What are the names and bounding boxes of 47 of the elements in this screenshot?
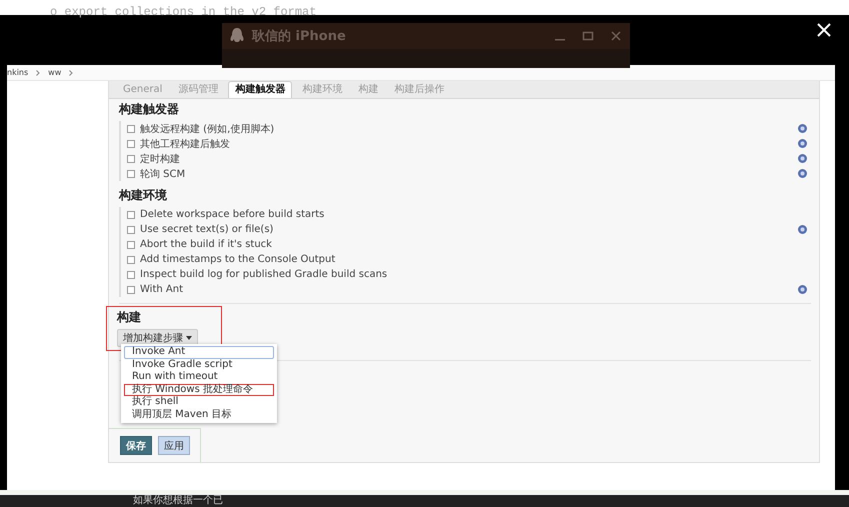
action-button[interactable]: 保存 xyxy=(120,436,152,455)
help-icon[interactable] xyxy=(798,154,807,163)
section-title: 构建触发器 xyxy=(119,101,180,117)
checkbox[interactable] xyxy=(127,124,135,132)
checkbox[interactable] xyxy=(127,286,135,294)
menu-item[interactable]: 执行 Windows 批处理命令 xyxy=(124,384,274,396)
checkbox[interactable] xyxy=(127,226,135,234)
section-title: 构建环境 xyxy=(119,187,168,203)
caret-icon xyxy=(186,336,192,340)
option-label: 定时构建 xyxy=(140,152,181,166)
section-title: 构建 xyxy=(117,309,142,325)
option-label: Delete workspace before build starts xyxy=(140,209,326,220)
option-label: Use secret text(s) or file(s) xyxy=(140,224,274,235)
chevron-icon xyxy=(36,70,40,76)
option-label: Add timestamps to the Console Output xyxy=(140,254,336,265)
checkbox[interactable] xyxy=(127,140,135,148)
window-title: 耿信的 iPhone xyxy=(252,28,347,45)
action-button[interactable]: 应用 xyxy=(158,436,190,455)
option-label: With Ant xyxy=(140,284,184,295)
menu-item[interactable]: Run with timeout xyxy=(124,371,274,384)
help-icon[interactable] xyxy=(798,225,807,234)
menu-item[interactable]: Invoke Gradle script xyxy=(124,358,274,371)
menu-item[interactable]: 执行 shell xyxy=(124,396,274,408)
option-label: 其他工程构建后触发 xyxy=(140,138,231,150)
option-label: Inspect build log for published Gradle build scans xyxy=(140,269,388,280)
chevron-icon xyxy=(69,70,74,76)
option-label: 轮询 SCM xyxy=(140,168,186,180)
checkbox[interactable] xyxy=(127,210,135,218)
maximize-icon[interactable] xyxy=(582,30,594,42)
help-icon[interactable] xyxy=(798,124,807,133)
option-label: Abort the build if it's stuck xyxy=(140,239,273,250)
checkbox[interactable] xyxy=(127,170,135,178)
option-label: 触发远程构建 (例如,使用脚本) xyxy=(140,122,276,136)
checkbox[interactable] xyxy=(127,154,135,162)
penguin-icon xyxy=(230,28,244,44)
checkbox[interactable] xyxy=(127,270,135,278)
breadcrumb-link[interactable]: ww xyxy=(48,68,62,77)
help-icon[interactable] xyxy=(798,169,807,178)
checkbox[interactable] xyxy=(127,256,135,264)
menu-item[interactable]: Invoke Ant xyxy=(124,346,274,358)
menu-item[interactable]: 调用顶层 Maven 目标 xyxy=(124,408,274,421)
page-text: 如果你想根据一个已 xyxy=(133,495,223,507)
checkbox[interactable] xyxy=(127,240,135,248)
tab[interactable]: 构建触发器 xyxy=(228,81,292,98)
help-icon[interactable] xyxy=(798,285,807,294)
breadcrumb-link[interactable]: nkins xyxy=(7,68,28,77)
help-icon[interactable] xyxy=(798,139,807,148)
